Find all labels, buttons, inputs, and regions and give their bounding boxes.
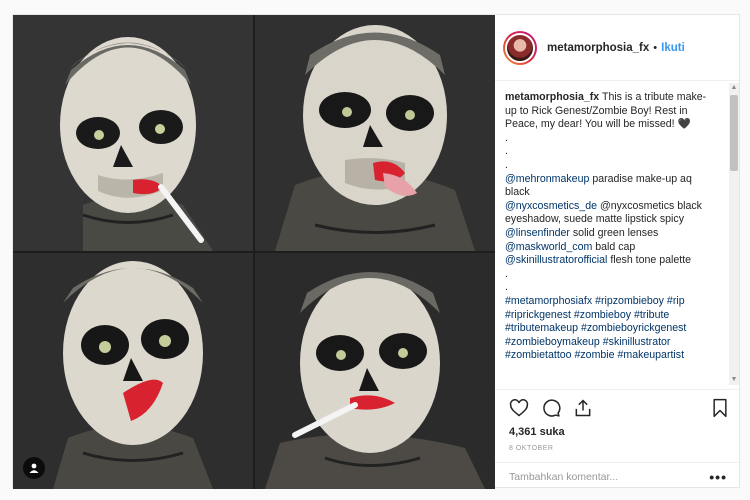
caption-username[interactable]: metamorphosia_fx [505, 91, 599, 103]
hashtag-line[interactable]: #riprickgenest #zombieboy #tribute [505, 309, 721, 323]
comment-input[interactable]: Tambahkan komentar... [509, 471, 709, 483]
action-icons [509, 398, 593, 418]
hashtag-line[interactable]: #zombieboymakeup #skinillustrator [505, 336, 721, 350]
follow-button[interactable]: Ikuti [661, 42, 685, 54]
mention-link[interactable]: @mehronmakeup [505, 173, 589, 185]
mention-link[interactable]: @skinillustratorofficial [505, 254, 607, 266]
caption-dot: . [505, 281, 508, 294]
post-image[interactable] [13, 15, 495, 489]
caption-credit: @skinillustratorofficial flesh tone pale… [505, 254, 692, 267]
avatar[interactable] [503, 30, 537, 65]
likes-count[interactable]: 4,361 suka [509, 426, 565, 438]
image-panel-top-left [13, 15, 253, 251]
caption-area[interactable]: metamorphosia_fx This is a tribute make-… [495, 81, 741, 389]
comment-icon[interactable] [541, 398, 561, 418]
hashtag-line[interactable]: #metamorphosiafx #ripzombieboy #rip [505, 295, 721, 309]
caption-dot: . [505, 145, 508, 158]
caption-dot: . [505, 267, 508, 280]
caption-dot: . [505, 131, 508, 144]
caption-credit: @mehronmakeup paradise make-up aq [505, 172, 692, 185]
caption-intro-line: This is a tribute make- [601, 91, 707, 103]
mention-link[interactable]: @maskworld_com [505, 241, 592, 253]
caption-credit: @nyxcosmetics_de @nyxcosmetics black [505, 199, 702, 212]
scroll-down-arrow-icon[interactable]: ▼ [729, 375, 739, 385]
caption-credit: @linsenfinder solid green lenses [505, 226, 659, 239]
hashtag-line[interactable]: #zombietattoo #zombie #makeupartist [505, 349, 721, 363]
header-separator: • [653, 41, 658, 54]
hashtag-line[interactable]: #tributemakeup #zombieboyrickgenest [505, 322, 721, 336]
post-actions: 4,361 suka 8 OKTOBER Tambahkan komentar.… [495, 389, 741, 489]
header-username[interactable]: metamorphosia_fx [547, 42, 649, 54]
mention-link[interactable]: @nyxcosmetics_de [505, 200, 597, 212]
mention-link[interactable]: @linsenfinder [505, 227, 570, 239]
post-header: metamorphosia_fx • Ikuti [495, 15, 741, 81]
caption-credit: black [505, 186, 530, 199]
image-panel-bottom-left [13, 253, 253, 489]
caption-intro-line: up to Rick Genest/Zombie Boy! Rest in [505, 104, 688, 117]
user-tag-icon[interactable] [23, 457, 45, 479]
heart-icon[interactable] [509, 398, 529, 418]
scroll-up-arrow-icon[interactable]: ▲ [729, 83, 739, 93]
caption-text: metamorphosia_fx This is a tribute make-… [495, 81, 741, 363]
more-options-button[interactable]: ••• [709, 469, 727, 485]
caption-intro-line: Peace, my dear! You will be missed! 🖤 [505, 118, 691, 131]
image-panel-top-right [255, 15, 495, 251]
caption-credit: eyeshadow, suede matte lipstick spicy [505, 213, 685, 226]
share-icon[interactable] [573, 398, 593, 418]
image-panel-bottom-right [255, 253, 495, 489]
comment-row: Tambahkan komentar... ••• [495, 462, 741, 490]
caption-scrollbar[interactable]: ▲ ▼ [729, 83, 739, 385]
post-side-panel: metamorphosia_fx • Ikuti metamorphosia_f… [495, 15, 741, 489]
caption-dot: . [505, 158, 508, 171]
post-date[interactable]: 8 OKTOBER [509, 445, 553, 452]
caption-credit: @maskworld_com bald cap [505, 240, 636, 253]
instagram-post: metamorphosia_fx • Ikuti metamorphosia_f… [12, 14, 741, 489]
scroll-thumb[interactable] [730, 95, 738, 171]
bookmark-icon[interactable] [711, 398, 729, 418]
